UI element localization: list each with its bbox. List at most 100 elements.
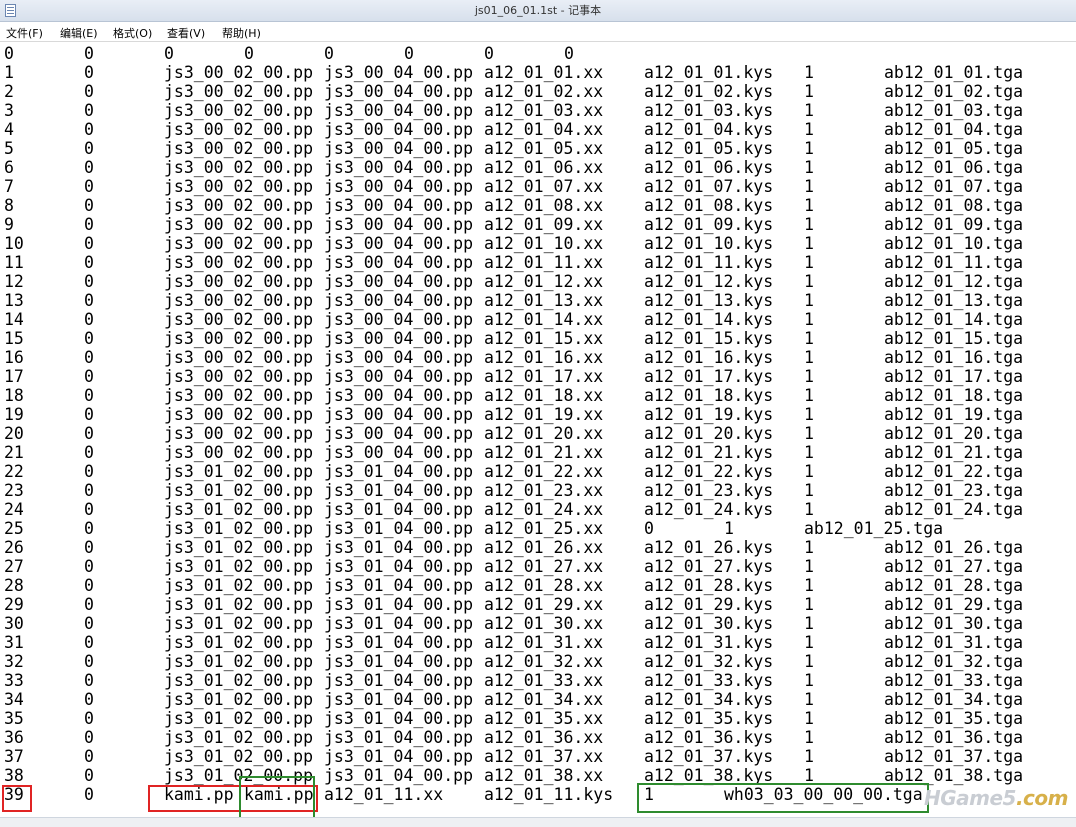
text-field: 1 (804, 329, 814, 348)
text-field: ab12_01_26.tga (884, 538, 1024, 557)
text-field: js3_00_04_00.pp (324, 215, 474, 234)
text-field: 0 (84, 462, 94, 481)
text-line: 11 0 js3_00_02_00.pp js3_00_04_00.pp a12_01_… (0, 253, 1076, 272)
menu-format[interactable]: 格式(O) (113, 25, 152, 41)
text-field: js3_00_04_00.pp (324, 177, 474, 196)
text-line: 9 0 js3_00_02_00.pp js3_00_04_00.pp a12_01_0… (0, 215, 1076, 234)
text-field: js3_00_02_00.pp (164, 139, 314, 158)
menu-edit[interactable]: 编辑(E) (60, 25, 98, 41)
text-editor[interactable]: 0 0 0 0 0 0 0 0 1 0 js3_00_02_00.pp js3_00_04_00.pp… (0, 44, 1076, 817)
text-field: js3_01_02_00.pp (164, 747, 314, 766)
text-field: 37 (4, 747, 24, 766)
text-line: 30 0 js3_01_02_00.pp js3_01_04_00.pp a12_01_… (0, 614, 1076, 633)
text-field: ab12_01_18.tga (884, 386, 1024, 405)
text-field: 0 (84, 557, 94, 576)
text-field: js3_00_04_00.pp (324, 82, 474, 101)
menu-view[interactable]: 查看(V) (167, 25, 205, 41)
text-field: 0 (84, 747, 94, 766)
text-field: ab12_01_06.tga (884, 158, 1024, 177)
text-field: 0 (84, 367, 94, 386)
text-field: js3_01_02_00.pp (164, 557, 314, 576)
text-field: js3_01_04_00.pp (324, 462, 474, 481)
text-field: 1 (804, 462, 814, 481)
text-field: 0 (84, 443, 94, 462)
text-line: 25 0 js3_01_02_00.pp js3_01_04_00.pp a12_01_… (0, 519, 1076, 538)
text-field: a12_01_02.xx (484, 82, 604, 101)
text-field: js3_01_02_00.pp (164, 614, 314, 633)
text-field: js3_01_02_00.pp (164, 519, 314, 538)
text-field: a12_01_32.xx (484, 652, 604, 671)
text-field: js3_00_02_00.pp (164, 348, 314, 367)
text-field: 28 (4, 576, 24, 595)
text-field: js3_00_02_00.pp (164, 367, 314, 386)
text-line: 1 0 js3_00_02_00.pp js3_00_04_00.pp a12_01_0… (0, 63, 1076, 82)
text-field: a12_01_24.xx (484, 500, 604, 519)
text-field: 11 (4, 253, 24, 272)
text-field: 19 (4, 405, 24, 424)
text-line: 15 0 js3_00_02_00.pp js3_00_04_00.pp a12_01_… (0, 329, 1076, 348)
text-field: 15 (4, 329, 24, 348)
text-field: 18 (4, 386, 24, 405)
text-field: js3_01_02_00.pp (164, 462, 314, 481)
text-field: 35 (4, 709, 24, 728)
text-field: a12_01_04.kys (644, 120, 774, 139)
text-field: a12_01_38.xx (484, 766, 604, 785)
text-line: 16 0 js3_00_02_00.pp js3_00_04_00.pp a12_01_… (0, 348, 1076, 367)
text-field: a12_01_31.xx (484, 633, 604, 652)
text-field: 0 (84, 139, 94, 158)
text-field: ab12_01_09.tga (884, 215, 1024, 234)
menu-file[interactable]: 文件(F) (6, 25, 43, 41)
text-field: 1 (804, 139, 814, 158)
site-watermark-logo: HGame5.com (923, 786, 1069, 810)
text-field: 0 (84, 614, 94, 633)
text-field: a12_01_18.xx (484, 386, 604, 405)
text-field: 0 (84, 633, 94, 652)
text-field: js3_00_04_00.pp (324, 405, 474, 424)
text-field: ab12_01_34.tga (884, 690, 1024, 709)
text-line: 5 0 js3_00_02_00.pp js3_00_04_00.pp a12_01_0… (0, 139, 1076, 158)
text-field: js3_00_04_00.pp (324, 120, 474, 139)
text-field: 1 (804, 690, 814, 709)
text-field: 0 (84, 424, 94, 443)
text-field: 32 (4, 652, 24, 671)
text-field: 1 (804, 196, 814, 215)
text-field: 0 (84, 690, 94, 709)
text-field: 21 (4, 443, 24, 462)
text-line: 17 0 js3_00_02_00.pp js3_00_04_00.pp a12_01_… (0, 367, 1076, 386)
text-field: 1 (804, 215, 814, 234)
text-field: 1 (804, 101, 814, 120)
text-field: 1 (804, 595, 814, 614)
menu-help[interactable]: 帮助(H) (222, 25, 261, 41)
text-field: 1 (804, 728, 814, 747)
text-line: 18 0 js3_00_02_00.pp js3_00_04_00.pp a12_01_… (0, 386, 1076, 405)
text-field: 2 (4, 82, 14, 101)
text-field: a12_01_17.xx (484, 367, 604, 386)
text-field: js3_00_04_00.pp (324, 196, 474, 215)
text-field: 0 (84, 329, 94, 348)
text-line: 8 0 js3_00_02_00.pp js3_00_04_00.pp a12_01_0… (0, 196, 1076, 215)
text-field: 0 (84, 82, 94, 101)
text-line: 3 0 js3_00_02_00.pp js3_00_04_00.pp a12_01_0… (0, 101, 1076, 120)
text-field: 0 (84, 158, 94, 177)
text-field: 20 (4, 424, 24, 443)
text-line: 37 0 js3_01_02_00.pp js3_01_04_00.pp a12_01_… (0, 747, 1076, 766)
text-field: 0 (84, 291, 94, 310)
text-field: a12_01_09.xx (484, 215, 604, 234)
text-field: 0 (84, 481, 94, 500)
text-line: 21 0 js3_00_02_00.pp js3_00_04_00.pp a12_01_… (0, 443, 1076, 462)
text-field: 0 (84, 785, 94, 804)
text-field: a12_01_16.xx (484, 348, 604, 367)
text-field: a12_01_03.kys (644, 101, 774, 120)
text-field: a12_01_21.xx (484, 443, 604, 462)
text-field: 3 (4, 101, 14, 120)
text-field: js3_00_04_00.pp (324, 329, 474, 348)
text-field: 0 (4, 44, 14, 63)
text-field: a12_01_22.kys (644, 462, 774, 481)
red-highlight-line-number (2, 785, 32, 812)
text-field: 0 (164, 44, 174, 63)
green-highlight-model-file (239, 776, 315, 821)
text-field: a12_01_23.xx (484, 481, 604, 500)
text-field: ab12_01_21.tga (884, 443, 1024, 462)
text-field: 7 (4, 177, 14, 196)
text-line: 33 0 js3_01_02_00.pp js3_01_04_00.pp a12_01_… (0, 671, 1076, 690)
